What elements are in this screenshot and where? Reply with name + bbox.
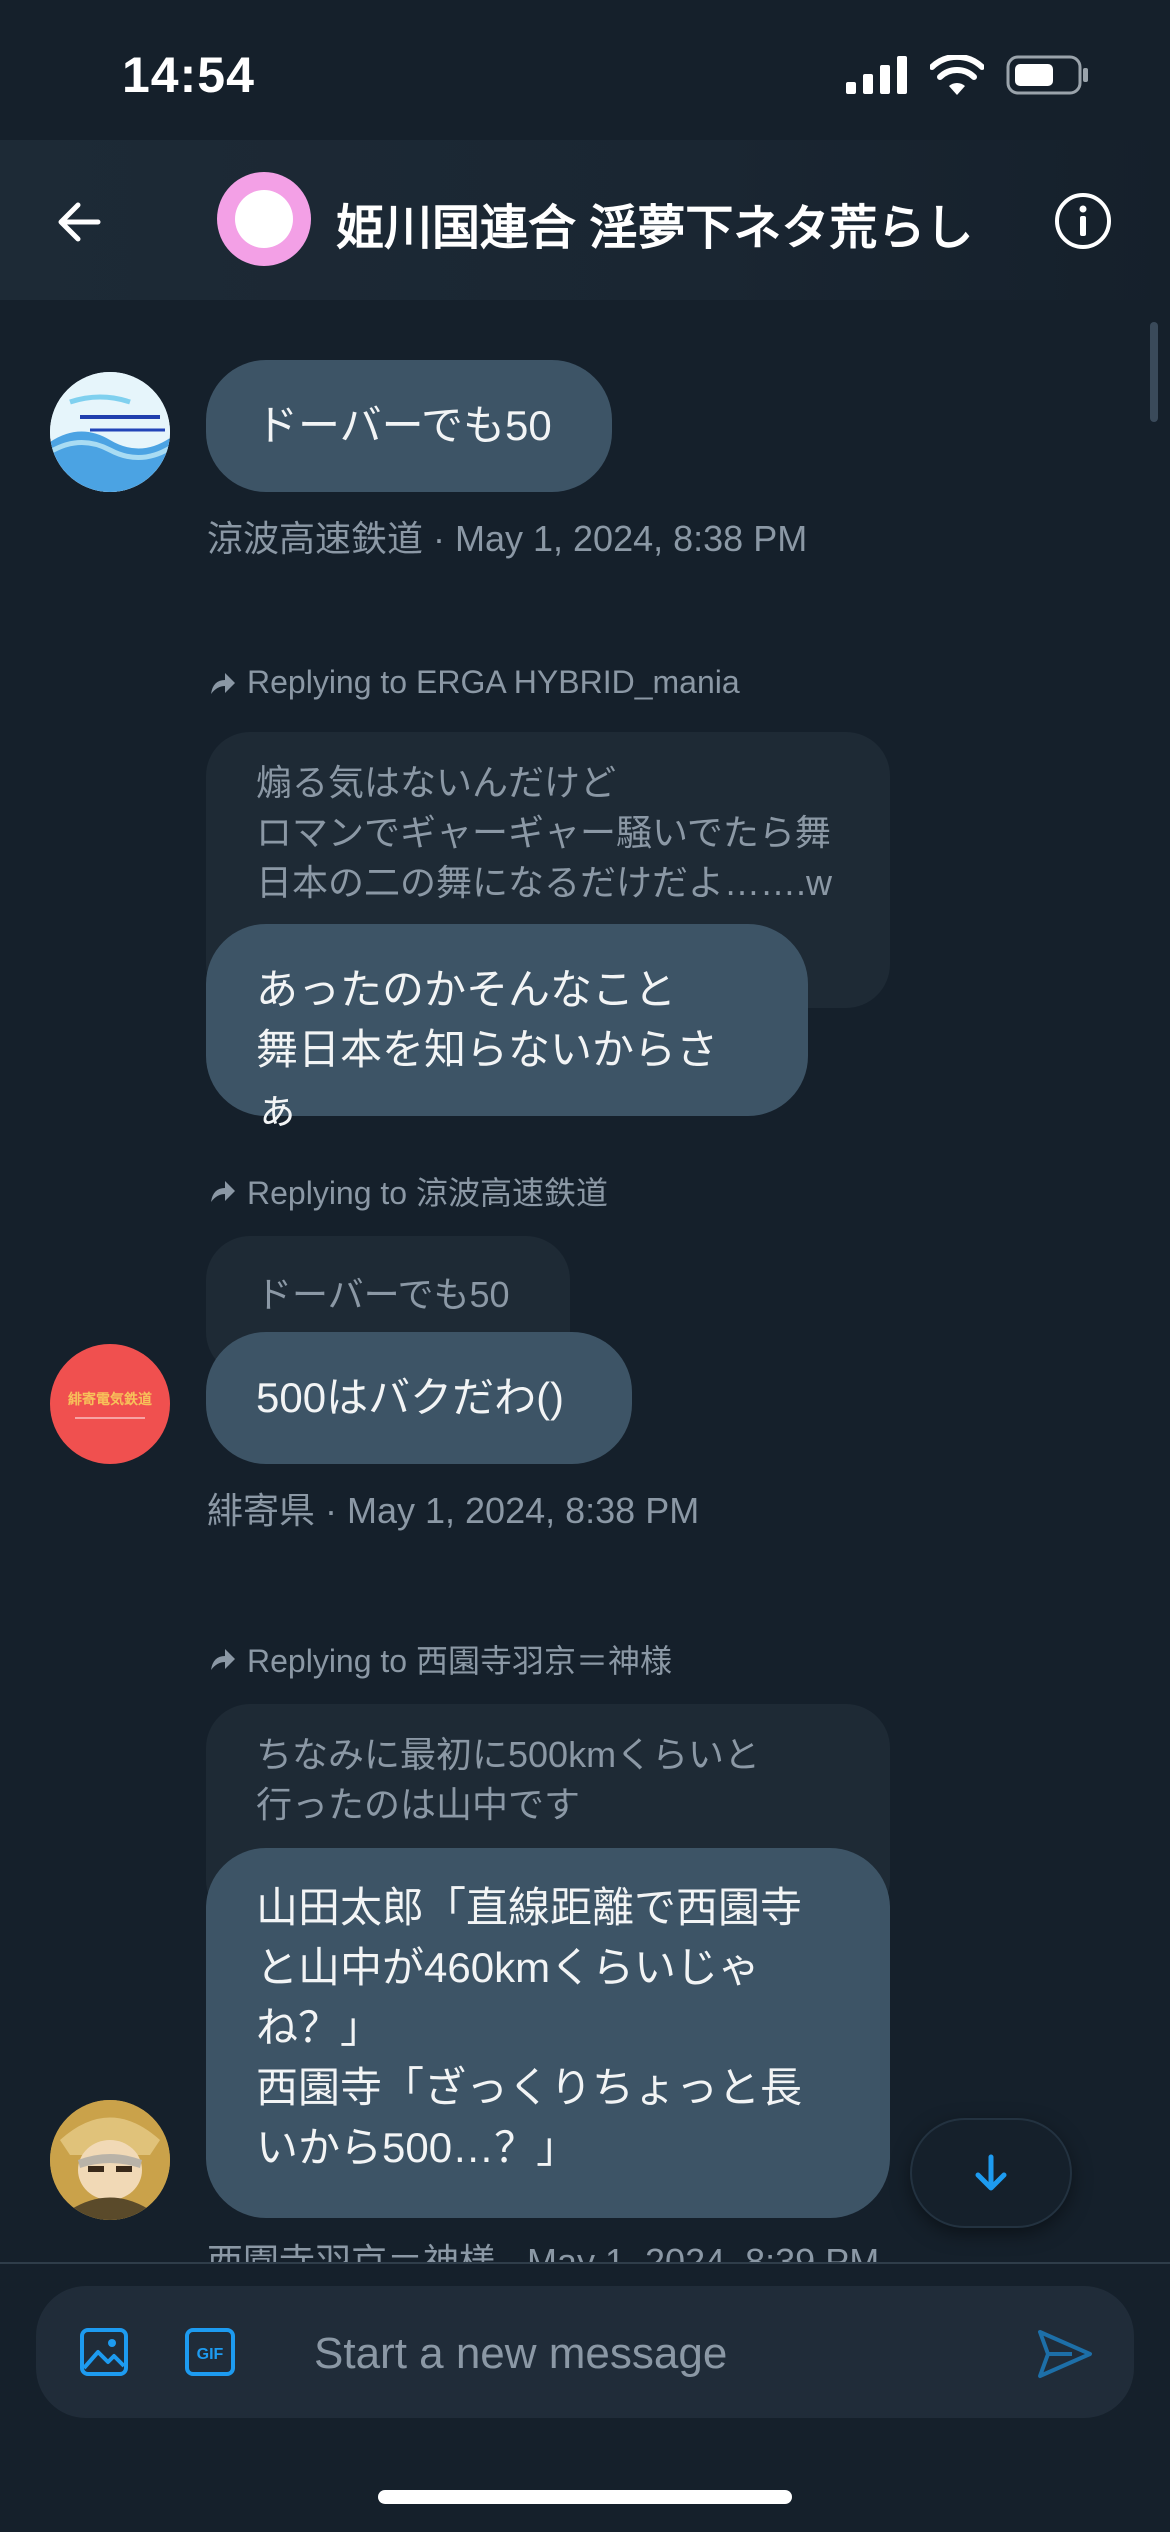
- battery-icon: [1006, 55, 1088, 95]
- message-text: 西園寺「ざっくりちょっと長: [256, 2064, 803, 2111]
- reply-label-text: Replying to 西園寺羽京＝神様: [247, 1643, 672, 1679]
- status-time: 14:54: [122, 47, 255, 103]
- info-icon[interactable]: [1052, 190, 1114, 252]
- reply-arrow-icon: [211, 1649, 235, 1670]
- reply-arrow-icon: [211, 1181, 235, 1202]
- message-text: 舞日本を知らないからさぁ: [256, 1026, 719, 1133]
- message-composer: GIF: [36, 2286, 1134, 2418]
- message-text: いから500…？」: [256, 2124, 579, 2171]
- signal-icon: [846, 56, 907, 94]
- message-bubble[interactable]: あったのかそんなこと 舞日本を知らないからさぁ: [206, 924, 808, 1133]
- conversation-title[interactable]: 姫川国連合 淫夢下ネタ荒らし: [336, 188, 973, 258]
- message-text: と山中が460kmくらいじゃ: [256, 1944, 761, 1991]
- arrow-down-icon: [975, 2154, 1007, 2191]
- quoted-line: 煽る気はないんだけど: [256, 762, 617, 803]
- conversation-header: 姫川国連合 淫夢下ネタ荒らし: [0, 140, 1170, 300]
- avatar-text: 緋寄電気鉄道: [68, 1391, 152, 1407]
- reply-label-text: Replying to ERGA HYBRID_mania: [247, 664, 740, 700]
- message-text: ね？」: [256, 2004, 383, 2051]
- reply-label: Replying to 涼波高速鉄道: [207, 1168, 608, 1214]
- home-indicator: [378, 2490, 792, 2504]
- reply-label: Replying to ERGA HYBRID_mania: [207, 664, 740, 701]
- message-bubble[interactable]: 500はバクだわ(): [206, 1332, 632, 1464]
- svg-text:GIF: GIF: [197, 2346, 224, 2363]
- wifi-icon: [930, 55, 984, 95]
- message-text: 500はバクだわ(): [256, 1374, 565, 1421]
- status-icons: [846, 55, 1090, 95]
- quoted-line: ちなみに最初に500kmくらいと: [256, 1734, 761, 1775]
- reply-label-text: Replying to 涼波高速鉄道: [247, 1175, 608, 1211]
- back-arrow-icon[interactable]: [48, 190, 112, 254]
- avatar[interactable]: [50, 372, 170, 492]
- message-meta: 西園寺羽京＝神様 · May 1, 2024, 8:39 PM: [207, 2241, 880, 2262]
- reply-arrow-icon: [211, 672, 235, 694]
- group-avatar[interactable]: [217, 172, 311, 266]
- scrollbar[interactable]: [1150, 322, 1158, 422]
- message-meta: 涼波高速鉄道 · May 1, 2024, 8:38 PM: [207, 518, 808, 559]
- message-text: ドーバーでも50: [256, 402, 552, 449]
- quoted-line: 日本の二の舞になるだけだよ…….w: [256, 862, 833, 903]
- send-icon[interactable]: [1032, 2322, 1096, 2386]
- quoted-line: 行ったのは山中です: [256, 1784, 581, 1825]
- avatar[interactable]: [50, 2100, 170, 2220]
- message-bubble[interactable]: ドーバーでも50: [206, 360, 612, 492]
- message-text: 山田太郎「直線距離で西園寺: [256, 1884, 803, 1931]
- message-bubble[interactable]: 山田太郎「直線距離で西園寺 と山中が460kmくらいじゃ ね？」 西園寺「ざっく…: [206, 1848, 890, 2218]
- quoted-line: ロマンでギャーギャー騒いでたら舞: [256, 812, 831, 853]
- image-icon[interactable]: [76, 2324, 132, 2380]
- status-bar: 14:54: [0, 0, 1170, 140]
- avatar[interactable]: 緋寄電気鉄道: [50, 1344, 170, 1464]
- message-text: あったのかそんなこと: [256, 966, 677, 1013]
- scroll-to-bottom-button[interactable]: [912, 2120, 1070, 2226]
- reply-label: Replying to 西園寺羽京＝神様: [207, 1636, 672, 1682]
- quoted-line: ドーバーでも50: [256, 1274, 510, 1315]
- gif-icon[interactable]: GIF: [182, 2324, 238, 2380]
- message-input[interactable]: [312, 2326, 1016, 2382]
- divider: [0, 2262, 1170, 2264]
- message-meta: 緋寄県 · May 1, 2024, 8:38 PM: [207, 1490, 700, 1531]
